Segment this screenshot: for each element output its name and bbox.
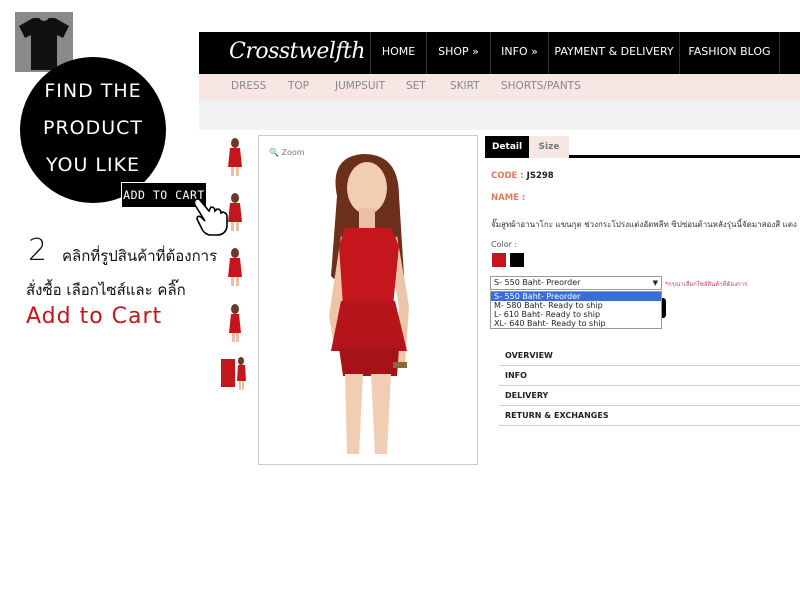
product-thumbnail[interactable] <box>219 355 251 395</box>
step-text-add-to-cart: Add to Cart <box>26 304 163 329</box>
category-subnav: DRESS TOP JUMPSUIT SET SKIRT SHORTS/PANT… <box>199 74 800 100</box>
page: FIND THE PRODUCT YOU LIKE ADD TO CART 2 … <box>0 0 800 600</box>
subnav-skirt[interactable]: SKIRT <box>450 74 480 98</box>
model-photo <box>329 154 409 454</box>
size-option[interactable]: XL- 640 Baht- Ready to ship <box>491 319 661 328</box>
main-navbar: Crosstwelfth HOME SHOP » INFO » PAYMENT … <box>199 32 800 74</box>
color-label: Color : <box>491 240 518 249</box>
size-option[interactable]: S- 550 Baht- Preorder <box>491 292 661 301</box>
product-description: จั๊มสูทผ้าอานาโกะ แขนกุด ช่วงกระโปรงแต่ง… <box>491 220 797 229</box>
accordion-overview[interactable]: OVERVIEW <box>499 346 800 366</box>
tab-size[interactable]: Size <box>529 136 569 158</box>
badge-line-1: FIND THE <box>44 80 142 102</box>
accordion-delivery[interactable]: DELIVERY <box>499 386 800 406</box>
code-value: JS298 <box>526 171 554 181</box>
step-number: 2 <box>28 233 48 268</box>
color-swatch-black[interactable] <box>510 253 524 267</box>
product-thumbnail[interactable] <box>222 137 248 177</box>
site-logo[interactable]: Crosstwelfth <box>199 32 371 74</box>
size-option[interactable]: M- 580 Baht- Ready to ship <box>491 301 661 310</box>
accordion-return-exchanges[interactable]: RETURN & EXCHANGES <box>499 406 800 426</box>
nav-info[interactable]: INFO » <box>491 32 549 74</box>
badge-line-2: PRODUCT <box>42 117 144 139</box>
subnav-shorts-pants[interactable]: SHORTS/PANTS <box>501 74 581 98</box>
subnav-jumpsuit[interactable]: JUMPSUIT <box>335 74 385 98</box>
zoom-label: Zoom <box>281 148 305 157</box>
subnav-set[interactable]: SET <box>406 74 426 98</box>
color-swatch-red[interactable] <box>492 253 506 267</box>
tab-detail[interactable]: Detail <box>485 136 529 158</box>
size-select[interactable]: S- 550 Baht- Preorder ▼ <box>490 276 662 290</box>
product-main-image[interactable]: 🔍 Zoom <box>258 135 478 465</box>
size-select-value: S- 550 Baht- Preorder <box>494 278 581 287</box>
size-hint: *กรุณาเลือกไซส์สินค้าที่ต้องการ <box>665 281 748 288</box>
product-thumbnail[interactable] <box>222 247 248 287</box>
dropdown-arrow-icon: ▼ <box>652 279 658 287</box>
subnav-top[interactable]: TOP <box>288 74 309 98</box>
product-code: CODE : JS298 <box>491 171 554 181</box>
product-name-label: NAME : <box>491 193 526 203</box>
magnifier-icon: 🔍 <box>269 148 279 157</box>
nav-fashion-blog[interactable]: FASHION BLOG <box>680 32 780 74</box>
product-thumbnail[interactable] <box>222 192 248 232</box>
step-text-line-1: คลิกที่รูปสินค้าที่ต้องการ <box>62 247 218 265</box>
header-spacer-bar <box>199 100 800 130</box>
badge-line-3: YOU LIKE <box>45 154 141 176</box>
nav-payment-delivery[interactable]: PAYMENT & DELIVERY <box>549 32 680 74</box>
accordion-info[interactable]: INFO <box>499 366 800 386</box>
size-dropdown-list: S- 550 Baht- Preorder M- 580 Baht- Ready… <box>490 291 662 329</box>
nav-shop[interactable]: SHOP » <box>427 32 491 74</box>
product-tabs: Detail Size <box>485 136 800 158</box>
nav-home[interactable]: HOME <box>371 32 427 74</box>
product-thumbnail[interactable] <box>222 303 248 343</box>
subnav-dress[interactable]: DRESS <box>231 74 266 98</box>
step-text-line-2: สั่งซื้อ เลือกไซส์และ คลิ๊ก <box>26 281 186 299</box>
size-option[interactable]: L- 610 Baht- Ready to ship <box>491 310 661 319</box>
code-label: CODE : <box>491 171 524 181</box>
zoom-control[interactable]: 🔍 Zoom <box>269 148 305 157</box>
